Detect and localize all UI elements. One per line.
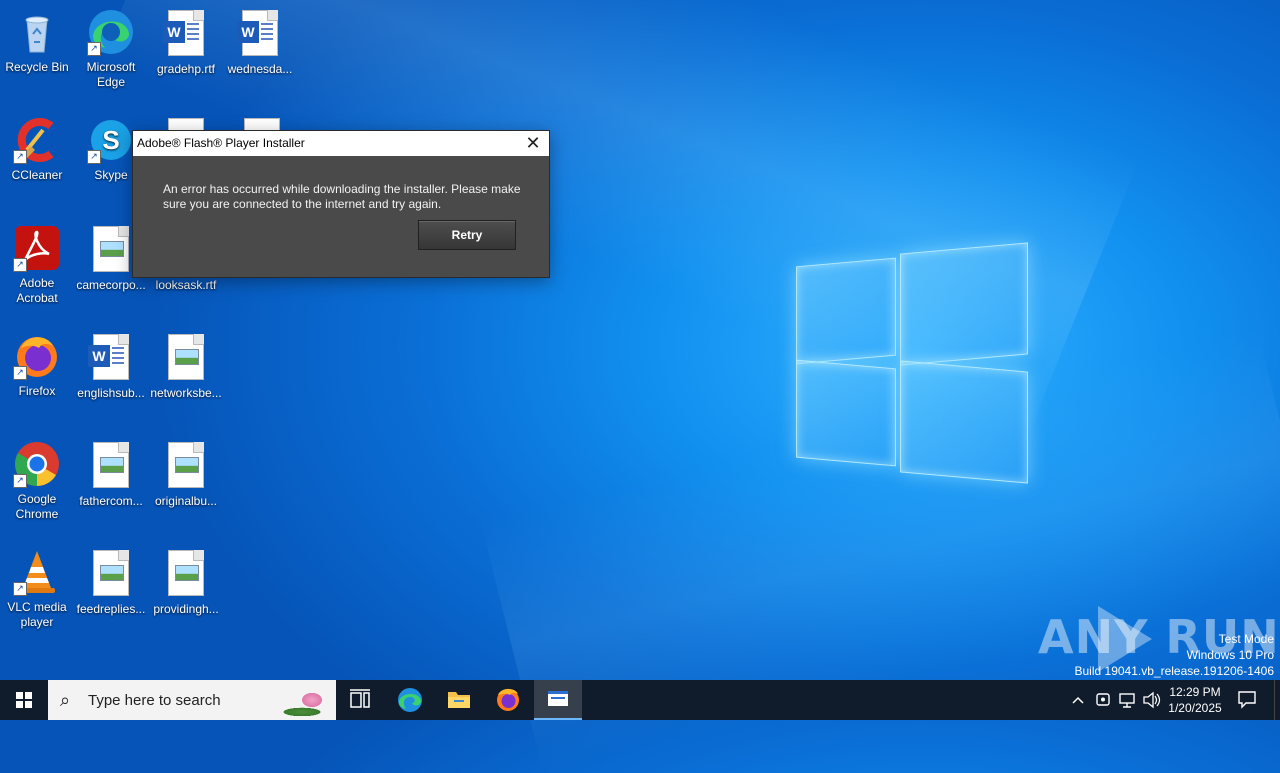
desktop-icon-label: Firefox [18, 384, 56, 398]
desktop-icon-originalbu[interactable]: originalbu... [149, 440, 223, 509]
file-explorer-icon[interactable] [435, 680, 483, 720]
word-document-icon: W [163, 10, 204, 56]
desktop-icon-wednesda[interactable]: W wednesda... [223, 8, 297, 77]
desktop-icon-label: gradehp.rtf [156, 62, 216, 76]
image-document-icon [93, 550, 129, 596]
firefox-icon: ↗ [13, 332, 61, 380]
shortcut-arrow-icon: ↗ [13, 474, 27, 488]
image-document-icon [168, 334, 204, 380]
desktop-icon-label: camecorpo... [76, 278, 146, 292]
retry-button[interactable]: Retry [418, 220, 516, 250]
system-clock[interactable]: 12:29 PM 1/20/2025 [1164, 684, 1226, 716]
edge-icon[interactable] [386, 680, 434, 720]
windows-start-icon [16, 692, 32, 708]
desktop-icon-label: originalbu... [154, 494, 218, 508]
desktop-icon-google-chrome[interactable]: ↗ Google Chrome [0, 440, 74, 522]
dialog-titlebar[interactable]: Adobe® Flash® Player Installer ✕ [133, 131, 549, 156]
show-hidden-icons-chevron-up-icon[interactable] [1068, 680, 1088, 720]
vlc-icon: ↗ [13, 548, 61, 596]
search-highlight-icon [270, 684, 330, 716]
notification-center-icon[interactable] [1236, 688, 1258, 710]
shortcut-arrow-icon: ↗ [13, 150, 27, 164]
build-text: Build 19041.vb_release.191206-1406 [1074, 664, 1275, 678]
desktop-icon-networksbe[interactable]: networksbe... [149, 332, 223, 401]
desktop-icon-vlc[interactable]: ↗ VLC media player [0, 548, 74, 630]
desktop-icon-feedreplies[interactable]: feedreplies... [74, 548, 148, 617]
desktop-icon-label: englishsub... [77, 386, 145, 400]
edition-text: Windows 10 Pro [1186, 648, 1274, 662]
desktop-icon-label: providingh... [153, 602, 219, 616]
search-icon: ⌕ [60, 690, 71, 710]
search-placeholder: Type here to search [88, 692, 221, 709]
desktop-icon-label: CCleaner [11, 168, 63, 182]
skype-icon: S ↗ [87, 116, 135, 164]
image-document-icon [93, 226, 129, 272]
chrome-icon: ↗ [13, 440, 61, 488]
installer-window-icon[interactable] [534, 680, 582, 720]
clock-time: 12:29 PM [1169, 685, 1221, 699]
ccleaner-icon: ↗ [13, 116, 61, 164]
shortcut-arrow-icon: ↗ [13, 258, 27, 272]
shortcut-arrow-icon: ↗ [87, 150, 101, 164]
search-box[interactable]: ⌕ Type here to search [48, 680, 336, 720]
taskbar: ⌕ Type here to search 12:29 PM 1/20/2025 [0, 680, 1280, 720]
desktop-icon-adobe-acrobat[interactable]: ↗ Adobe Acrobat [0, 224, 74, 306]
desktop-icon-label: Microsoft Edge [86, 60, 136, 89]
test-mode-text: Test Mode [1218, 632, 1274, 646]
shortcut-arrow-icon: ↗ [87, 42, 101, 56]
flash-installer-dialog: Adobe® Flash® Player Installer ✕ An erro… [132, 130, 550, 278]
desktop-icon-ccleaner[interactable]: ↗ CCleaner [0, 116, 74, 183]
firefox-icon[interactable] [484, 680, 532, 720]
dialog-title: Adobe® Flash® Player Installer [137, 136, 305, 150]
desktop-icon-label: feedreplies... [76, 602, 146, 616]
svg-text:S: S [102, 125, 119, 155]
desktop-icon-label: Adobe Acrobat [16, 276, 58, 305]
show-desktop-button[interactable] [1274, 680, 1280, 720]
close-icon[interactable]: ✕ [517, 131, 549, 156]
edge-icon: ↗ [87, 8, 135, 56]
task-view-icon[interactable] [336, 680, 384, 720]
network-icon[interactable] [1116, 680, 1138, 720]
word-document-icon: W [237, 10, 278, 56]
desktop-icon-label: fathercom... [79, 494, 143, 508]
image-document-icon [168, 550, 204, 596]
image-document-icon [168, 442, 204, 488]
desktop-icon-label: networksbe... [150, 386, 222, 400]
error-message: An error has occurred while downloading … [163, 182, 521, 211]
security-shield-icon[interactable] [1092, 680, 1114, 720]
desktop-icon-englishsub[interactable]: W englishsub... [74, 332, 148, 401]
desktop-icon-label: looksask.rtf [155, 278, 217, 292]
clock-date: 1/20/2025 [1168, 701, 1222, 715]
volume-icon[interactable] [1140, 680, 1162, 720]
shortcut-arrow-icon: ↗ [13, 366, 27, 380]
word-document-icon: W [88, 334, 129, 380]
desktop-icon-recycle-bin[interactable]: Recycle Bin [0, 8, 74, 75]
start-button[interactable] [0, 680, 48, 720]
desktop-icon-label: Google Chrome [15, 492, 59, 521]
windows-wallpaper-logo [796, 242, 1028, 484]
image-document-icon [93, 442, 129, 488]
desktop-icon-providingh[interactable]: providingh... [149, 548, 223, 617]
desktop-icon-firefox[interactable]: ↗ Firefox [0, 332, 74, 399]
desktop-icon-microsoft-edge[interactable]: ↗ Microsoft Edge [74, 8, 148, 90]
recycle-bin-icon [13, 8, 61, 56]
desktop-icon-label: wednesda... [227, 62, 293, 76]
desktop-icon-gradehp[interactable]: W gradehp.rtf [149, 8, 223, 77]
desktop-icon-fathercom[interactable]: fathercom... [74, 440, 148, 509]
shortcut-arrow-icon: ↗ [13, 582, 27, 596]
windows-watermark: Test Mode Windows 10 Pro Build 19041.vb_… [1075, 631, 1275, 679]
adobe-acrobat-icon: ↗ [13, 224, 61, 272]
desktop-icon-label: Recycle Bin [5, 60, 69, 74]
desktop-icon-label: VLC media player [7, 600, 67, 629]
